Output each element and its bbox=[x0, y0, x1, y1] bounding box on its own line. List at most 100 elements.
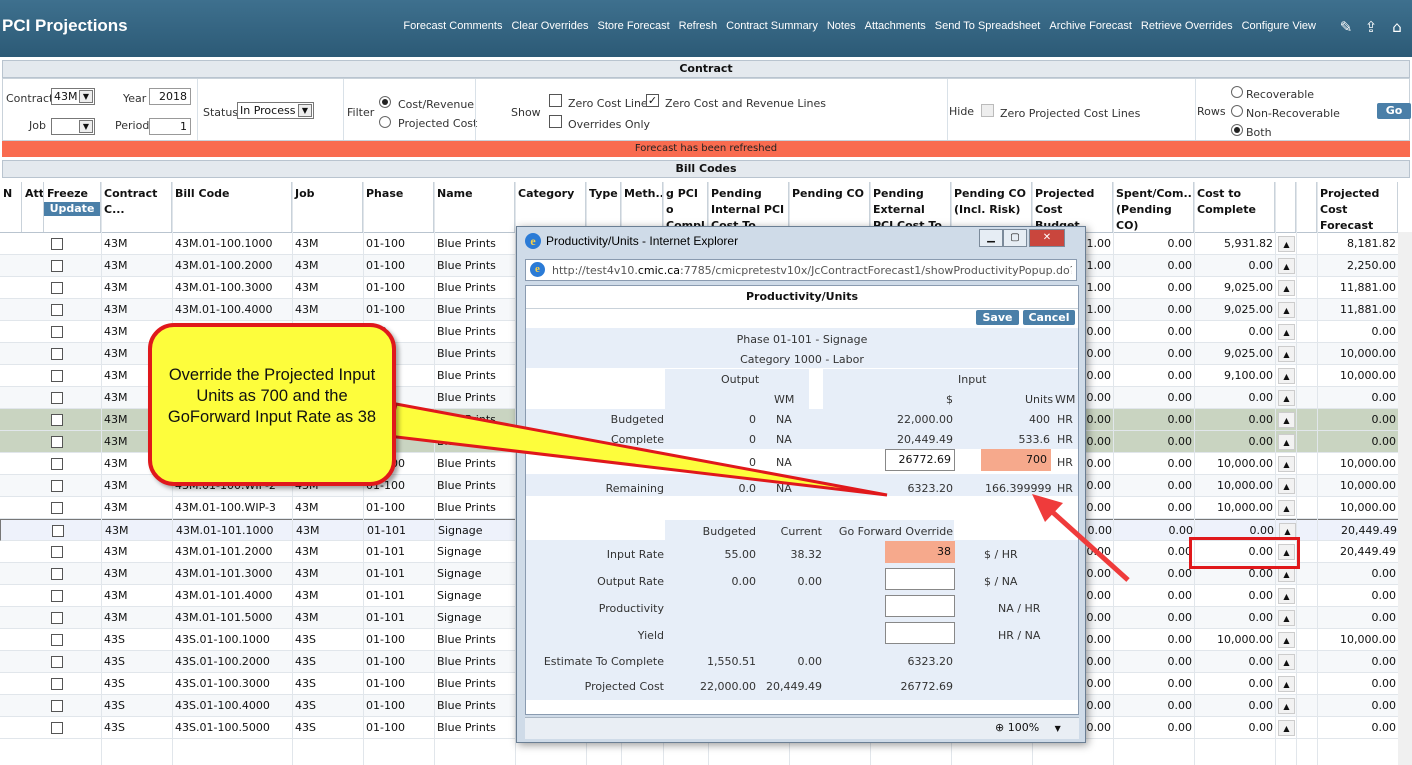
nav-retrieve-overrides[interactable]: Retrieve Overrides bbox=[1141, 20, 1233, 32]
freeze-checkbox[interactable] bbox=[52, 525, 64, 537]
expand-up-icon[interactable]: ▲ bbox=[1278, 346, 1295, 362]
zero-projected-cost-lines-checkbox[interactable] bbox=[981, 104, 994, 117]
col-header-projected-cost-budget[interactable]: Projected Cost Budget bbox=[1032, 182, 1113, 232]
col-header-n[interactable]: N bbox=[0, 182, 22, 232]
yield-override-field[interactable] bbox=[885, 622, 955, 644]
zero-cost-lines-checkbox[interactable] bbox=[549, 94, 562, 107]
save-button[interactable]: Save bbox=[976, 310, 1019, 325]
output-rate-override-field[interactable] bbox=[885, 568, 955, 590]
filter-projected-cost-radio[interactable] bbox=[379, 116, 391, 128]
expand-up-icon[interactable]: ▲ bbox=[1278, 390, 1295, 406]
freeze-checkbox[interactable] bbox=[51, 480, 63, 492]
nav-send-to-spreadsheet[interactable]: Send To Spreadsheet bbox=[935, 20, 1041, 32]
freeze-checkbox[interactable] bbox=[51, 414, 63, 426]
expand-up-icon[interactable]: ▲ bbox=[1278, 258, 1295, 274]
freeze-checkbox[interactable] bbox=[51, 282, 63, 294]
rows-both-radio[interactable] bbox=[1231, 124, 1243, 136]
expand-up-icon[interactable]: ▲ bbox=[1278, 302, 1295, 318]
cancel-button[interactable]: Cancel bbox=[1023, 310, 1075, 325]
nav-refresh[interactable]: Refresh bbox=[679, 20, 718, 32]
col-header-spent-committed[interactable]: Spent/Com... (Pending CO) bbox=[1113, 182, 1194, 232]
grid-scrollbar[interactable] bbox=[1398, 232, 1412, 765]
contract-select[interactable]: 43M ▼ bbox=[51, 88, 95, 105]
expand-up-icon[interactable]: ▲ bbox=[1278, 368, 1295, 384]
job-select[interactable]: ▼ bbox=[51, 118, 95, 135]
expand-up-icon[interactable]: ▲ bbox=[1278, 434, 1295, 450]
freeze-checkbox[interactable] bbox=[51, 722, 63, 734]
col-header-pending-co[interactable]: Pending CO bbox=[789, 182, 870, 232]
col-header-bill-code[interactable]: Bill Code bbox=[172, 182, 292, 232]
zero-cost-revenue-lines-checkbox[interactable]: ✓ bbox=[646, 94, 659, 107]
minimize-button[interactable]: ▁ bbox=[979, 229, 1003, 247]
freeze-checkbox[interactable] bbox=[51, 546, 63, 558]
year-input[interactable]: 2018 bbox=[149, 88, 191, 105]
close-button[interactable]: ✕ bbox=[1029, 229, 1065, 247]
nav-store-forecast[interactable]: Store Forecast bbox=[597, 20, 669, 32]
freeze-checkbox[interactable] bbox=[51, 502, 63, 514]
input-rate-override-field[interactable]: 38 bbox=[885, 541, 955, 563]
export-icon[interactable]: ⇪ bbox=[1362, 18, 1380, 36]
expand-up-icon[interactable]: ▲ bbox=[1278, 456, 1295, 472]
status-select[interactable]: In Process ▼ bbox=[237, 102, 314, 119]
col-header-pending-internal-pci[interactable]: Pending Internal PCI Cost To Compl bbox=[708, 182, 789, 232]
col-header-name[interactable]: Name bbox=[434, 182, 515, 232]
freeze-checkbox[interactable] bbox=[51, 392, 63, 404]
col-header-att[interactable]: Att bbox=[22, 182, 44, 232]
home-icon[interactable]: ⌂ bbox=[1388, 18, 1406, 36]
nav-attachments[interactable]: Attachments bbox=[865, 20, 926, 32]
address-bar[interactable]: e http://test4v10.cmic.ca:7785/cmicprete… bbox=[525, 259, 1077, 281]
overrides-only-checkbox[interactable] bbox=[549, 115, 562, 128]
go-button[interactable]: Go bbox=[1377, 103, 1411, 119]
expand-up-icon[interactable]: ▲ bbox=[1278, 610, 1295, 626]
expand-up-icon[interactable]: ▲ bbox=[1278, 236, 1295, 252]
freeze-checkbox[interactable] bbox=[51, 458, 63, 470]
col-header-method[interactable]: Meth... bbox=[621, 182, 663, 232]
nav-forecast-comments[interactable]: Forecast Comments bbox=[403, 20, 502, 32]
maximize-button[interactable]: ▢ bbox=[1003, 229, 1027, 247]
col-header-contract[interactable]: Contract C... bbox=[101, 182, 172, 232]
projected-input-dollar-field[interactable]: 26772.69 bbox=[885, 449, 955, 471]
expand-up-icon[interactable]: ▲ bbox=[1278, 588, 1295, 604]
expand-up-icon[interactable]: ▲ bbox=[1278, 676, 1295, 692]
period-input[interactable]: 1 bbox=[149, 118, 191, 135]
productivity-override-field[interactable] bbox=[885, 595, 955, 617]
nav-notes[interactable]: Notes bbox=[827, 20, 856, 32]
freeze-checkbox[interactable] bbox=[51, 700, 63, 712]
col-header-pending-co-risk[interactable]: Pending CO (Incl. Risk) bbox=[951, 182, 1032, 232]
expand-up-icon[interactable]: ▲ bbox=[1278, 500, 1295, 516]
col-header-type[interactable]: Type bbox=[586, 182, 621, 232]
freeze-checkbox[interactable] bbox=[51, 370, 63, 382]
col-header-projected-cost-forecast[interactable]: Projected Cost Forecast bbox=[1317, 182, 1398, 232]
nav-configure-view[interactable]: Configure View bbox=[1242, 20, 1316, 32]
expand-up-icon[interactable]: ▲ bbox=[1278, 654, 1295, 670]
freeze-checkbox[interactable] bbox=[51, 612, 63, 624]
projected-input-units-field[interactable]: 700 bbox=[981, 449, 1051, 471]
col-header-pending-pci[interactable]: g PCI o Compl bbox=[663, 182, 708, 232]
zoom-control[interactable]: ⊕ 100% ▼ bbox=[995, 721, 1061, 734]
freeze-checkbox[interactable] bbox=[51, 238, 63, 250]
col-header-job[interactable]: Job bbox=[292, 182, 363, 232]
freeze-checkbox[interactable] bbox=[51, 634, 63, 646]
expand-up-icon[interactable]: ▲ bbox=[1278, 720, 1295, 736]
expand-up-icon[interactable]: ▲ bbox=[1278, 280, 1295, 296]
freeze-checkbox[interactable] bbox=[51, 568, 63, 580]
freeze-checkbox[interactable] bbox=[51, 348, 63, 360]
edit-icon[interactable]: ✎ bbox=[1337, 18, 1355, 36]
nav-contract-summary[interactable]: Contract Summary bbox=[726, 20, 818, 32]
nav-clear-overrides[interactable]: Clear Overrides bbox=[511, 20, 588, 32]
update-button[interactable]: Update bbox=[44, 202, 100, 216]
freeze-checkbox[interactable] bbox=[51, 590, 63, 602]
expand-up-icon[interactable]: ▲ bbox=[1278, 324, 1295, 340]
expand-up-icon[interactable]: ▲ bbox=[1278, 412, 1295, 428]
freeze-checkbox[interactable] bbox=[51, 304, 63, 316]
rows-non-recoverable-radio[interactable] bbox=[1231, 105, 1243, 117]
freeze-checkbox[interactable] bbox=[51, 260, 63, 272]
col-header-category[interactable]: Category bbox=[515, 182, 586, 232]
col-header-pending-external-pci[interactable]: Pending External PCI Cost To Compl bbox=[870, 182, 951, 232]
filter-cost-revenue-radio[interactable] bbox=[379, 96, 391, 108]
expand-up-icon[interactable]: ▲ bbox=[1278, 632, 1295, 648]
rows-recoverable-radio[interactable] bbox=[1231, 86, 1243, 98]
freeze-checkbox[interactable] bbox=[51, 656, 63, 668]
expand-up-icon[interactable]: ▲ bbox=[1278, 698, 1295, 714]
nav-archive-forecast[interactable]: Archive Forecast bbox=[1049, 20, 1132, 32]
